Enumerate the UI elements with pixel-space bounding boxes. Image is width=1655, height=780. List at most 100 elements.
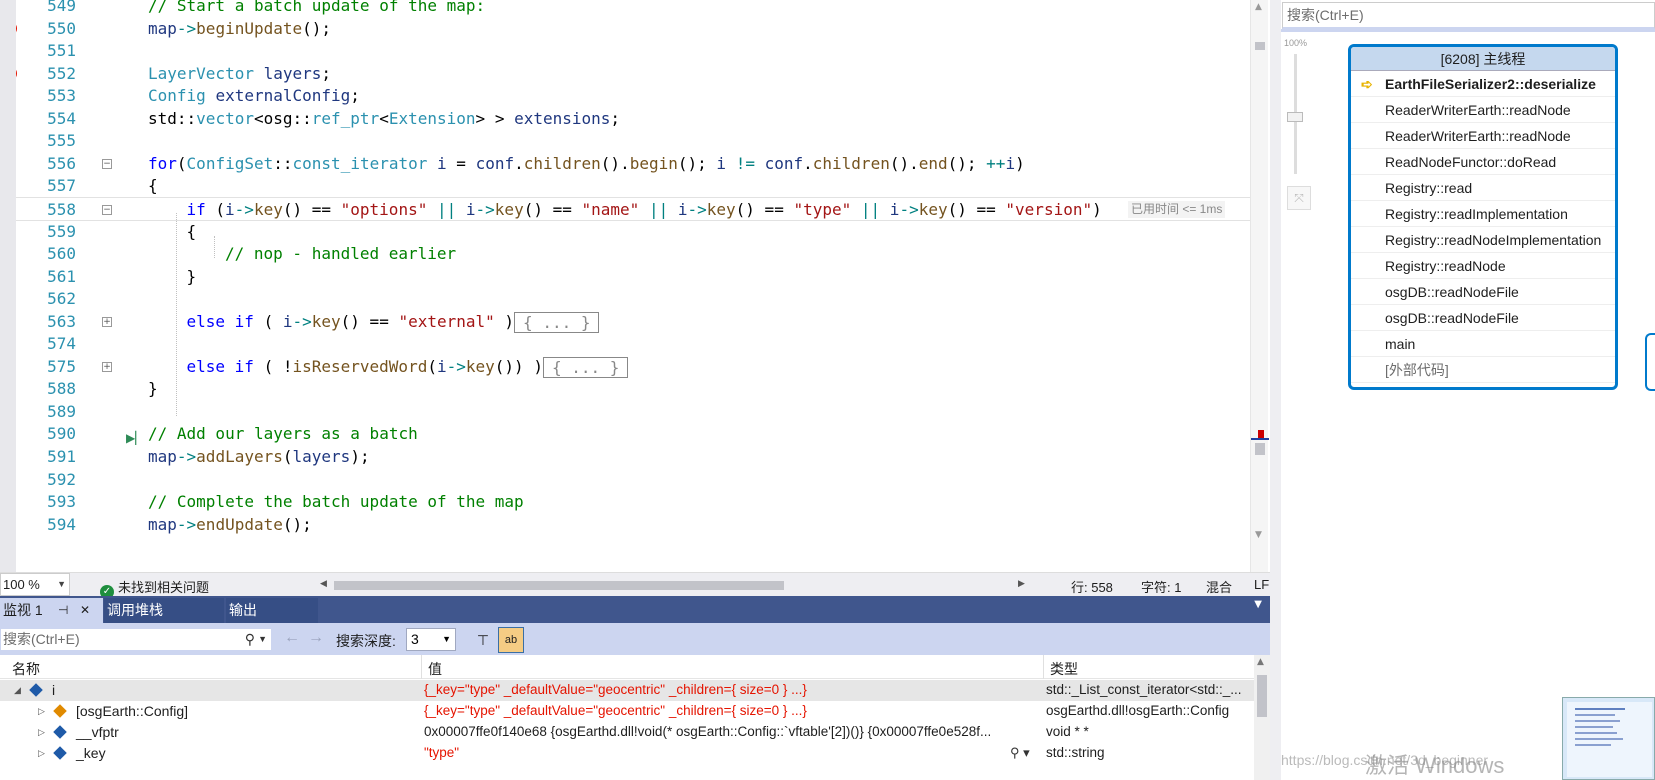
code-line[interactable]: 559 { — [16, 220, 1250, 244]
code-line[interactable]: 553 Config externalConfig; — [16, 84, 1250, 108]
scroll-up-icon[interactable]: ▲ — [1255, 2, 1262, 12]
column-divider[interactable] — [421, 655, 422, 679]
stack-frame[interactable]: Registry::readImplementation — [1351, 201, 1615, 227]
scroll-right-icon[interactable]: ▶ — [1018, 578, 1025, 589]
tab-output[interactable]: 输出 — [226, 598, 318, 623]
code-lines[interactable]: 549 // Start a batch update of the map: 55… — [16, 0, 1250, 572]
watch-row[interactable]: ▷ _key "type" ⚲ ▾ std::string — [0, 743, 1254, 764]
expand-arrow-icon[interactable]: ▷ — [38, 722, 45, 742]
pane-splitter[interactable] — [1270, 0, 1281, 780]
code-line[interactable]: 591 map->addLayers(layers); — [16, 445, 1250, 469]
code-line[interactable]: 592 — [16, 468, 1250, 492]
code-line[interactable]: 552 LayerVector layers; — [16, 62, 1250, 86]
back-arrow-icon[interactable]: ← — [284, 629, 300, 647]
pin-icon[interactable]: ⊣ — [58, 598, 68, 622]
search-icon[interactable]: ⚲ — [245, 629, 255, 650]
expand-arrow-icon[interactable]: ▷ — [38, 743, 45, 763]
visualizer-icon[interactable]: ⚲ ▾ — [1010, 743, 1030, 763]
code-line[interactable]: 594 map->endUpdate(); — [16, 513, 1250, 537]
expand-icon[interactable]: + — [102, 316, 112, 327]
watch-row[interactable]: ▷ [osgEarth::Config] {_key="type" _default… — [0, 701, 1254, 722]
collapsed-block[interactable]: { ... } — [514, 311, 600, 333]
filter-icon[interactable]: ⊤ — [472, 629, 494, 651]
editor-vertical-scrollbar[interactable]: ▲ ▼ — [1250, 0, 1269, 572]
collapse-icon[interactable]: − — [102, 158, 112, 169]
scroll-thumb[interactable] — [1257, 675, 1267, 717]
scroll-left-icon[interactable]: ◀ — [320, 578, 327, 589]
secondary-stack-box[interactable] — [1645, 333, 1655, 391]
expand-arrow-icon[interactable]: ▷ — [38, 701, 45, 721]
stack-frame[interactable]: ReadNodeFunctor::doRead — [1351, 149, 1615, 175]
column-type[interactable]: 类型 — [1050, 659, 1078, 679]
watch-name[interactable]: __vfptr — [76, 722, 119, 742]
stack-frame[interactable]: osgDB::readNodeFile — [1351, 305, 1615, 331]
minimap-thumbnail[interactable] — [1562, 697, 1655, 780]
zoom-slider[interactable]: 100% ⤧ — [1281, 36, 1313, 226]
code-line[interactable]: 560 // nop - handled earlier — [16, 242, 1250, 266]
code-line[interactable]: 556 − for(ConfigSet::const_iterator i = co… — [16, 152, 1250, 176]
watch-vertical-scrollbar[interactable]: ▲ — [1254, 655, 1270, 780]
chevron-down-icon[interactable]: ▼ — [258, 629, 267, 650]
code-line[interactable]: 558➪−if (i->key() == "options" || i->key… — [16, 196, 1250, 221]
watch-value[interactable]: 0x00007ffe0f140e68 {osgEarthd.dll!void(*… — [424, 722, 1024, 742]
stack-frame[interactable]: ReaderWriterEarth::readNode — [1351, 123, 1615, 149]
column-divider[interactable] — [1043, 655, 1044, 679]
code-line[interactable]: 554 std::vector<osg::ref_ptr<Extension> >… — [16, 107, 1250, 131]
code-line[interactable]: 561} — [16, 265, 1250, 289]
code-line[interactable]: 563 + else if ( i->key() == "external" ){ … — [16, 310, 1250, 334]
code-line[interactable]: 593 // Complete the batch update of the m… — [16, 490, 1250, 514]
zoom-knob[interactable] — [1287, 112, 1303, 122]
collapse-icon[interactable]: − — [102, 204, 112, 215]
editor-horizontal-scrollbar[interactable]: ◀ ▶ — [320, 578, 1025, 590]
scroll-up-icon[interactable]: ▲ — [1257, 657, 1264, 667]
chevron-down-icon[interactable]: ▼ — [1254, 599, 1262, 610]
code-line[interactable]: 575 + else if ( !isReservedWord(i->key()) … — [16, 355, 1250, 379]
watch-name[interactable]: i — [52, 680, 55, 700]
code-line[interactable]: 562 — [16, 287, 1250, 311]
collapsed-block[interactable]: { ... } — [542, 356, 629, 378]
hscroll-thumb[interactable] — [334, 581, 784, 590]
watch-name[interactable]: _key — [76, 743, 106, 763]
stack-frame[interactable]: Registry::read — [1351, 175, 1615, 201]
code-line[interactable]: 588} — [16, 377, 1250, 401]
code-line[interactable]: 550 map->beginUpdate(); — [16, 17, 1250, 41]
code-line[interactable]: 589 — [16, 400, 1250, 424]
breakpoint-icon[interactable] — [16, 20, 17, 36]
hex-display-icon[interactable]: ab — [498, 627, 524, 653]
breakpoint-icon[interactable] — [16, 65, 17, 81]
code-line[interactable]: 555 — [16, 129, 1250, 153]
scroll-down-icon[interactable]: ▼ — [1255, 530, 1262, 540]
code-line[interactable]: 551 — [16, 39, 1250, 63]
tab-watch-1[interactable]: 监视 1 ⊣ ✕ — [0, 598, 103, 623]
thread-stack-box[interactable]: [6208] 主线程 ➪ EarthFileSerializer2::deseri… — [1348, 44, 1618, 390]
code-line[interactable]: 574 — [16, 332, 1250, 356]
watch-value[interactable]: {_key="type" _defaultValue="geocentric" … — [424, 701, 1024, 721]
code-line[interactable]: 557 { — [16, 174, 1250, 198]
scroll-thumb[interactable] — [1255, 443, 1265, 455]
watch-row[interactable]: ◢ i {_key="type" _defaultValue="geocentric… — [0, 680, 1254, 701]
collapse-arrow-icon[interactable]: ◢ — [14, 680, 21, 700]
watch-search-input[interactable]: 搜索(Ctrl+E) ⚲ ▼ — [0, 628, 272, 651]
column-value[interactable]: 值 — [428, 659, 442, 679]
fit-view-icon[interactable]: ⤧ — [1287, 186, 1311, 210]
eol-indicator[interactable]: LF — [1254, 577, 1269, 592]
stack-frame[interactable]: [外部代码] — [1351, 357, 1615, 383]
code-line[interactable]: 549 // Start a batch update of the map: — [16, 0, 1250, 18]
stack-frame[interactable]: osgDB::readNodeFile — [1351, 279, 1615, 305]
perf-tip[interactable]: 已用时间 <= 1ms — [1128, 200, 1226, 218]
stack-frame[interactable]: Registry::readNode — [1351, 253, 1615, 279]
watch-name[interactable]: [osgEarth::Config] — [76, 701, 188, 721]
expand-icon[interactable]: + — [102, 361, 112, 372]
code-editor[interactable]: 549 // Start a batch update of the map: 55… — [0, 0, 1280, 575]
zoom-dropdown[interactable]: 100 % ▼ — [0, 573, 70, 596]
stack-frame[interactable]: Registry::readNodeImplementation — [1351, 227, 1615, 253]
code-line[interactable]: 590 ▶▏// Add our layers as a batch — [16, 422, 1250, 446]
stack-frame[interactable]: main — [1351, 331, 1615, 357]
tab-call-stack[interactable]: 调用堆栈 — [104, 598, 224, 623]
search-depth-select[interactable]: 3 ▼ — [406, 628, 456, 651]
watch-value[interactable]: {_key="type" _defaultValue="geocentric" … — [424, 680, 1024, 700]
stacks-search-input[interactable]: 搜索(Ctrl+E) — [1282, 2, 1655, 29]
forward-arrow-icon[interactable]: → — [308, 629, 324, 647]
column-name[interactable]: 名称 — [12, 659, 40, 679]
breakpoint-gutter[interactable] — [0, 0, 16, 575]
